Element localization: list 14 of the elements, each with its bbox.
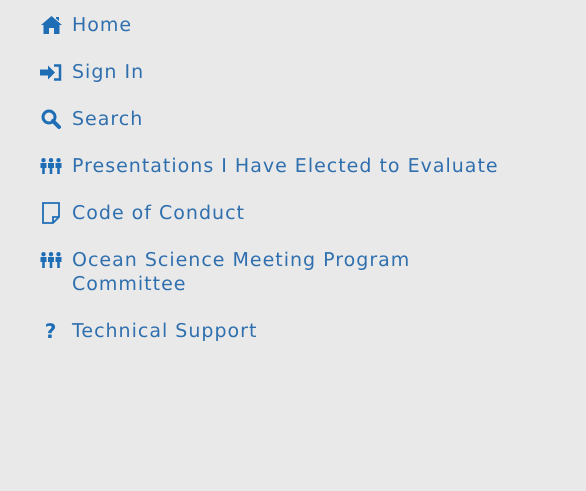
menu-link[interactable]: Search xyxy=(40,107,586,131)
people-icon xyxy=(40,158,62,174)
sign-in-icon xyxy=(40,64,62,80)
document-icon xyxy=(42,202,60,224)
menu-link[interactable]: ? Technical Support xyxy=(40,319,586,343)
menu-link[interactable]: Home xyxy=(40,13,586,37)
help-icon: ? xyxy=(44,319,58,343)
people-icon xyxy=(40,252,62,268)
menu-link[interactable]: Sign In xyxy=(40,60,586,84)
menu-link[interactable]: Presentations I Have Elected to Evaluate xyxy=(40,154,586,178)
search-icon xyxy=(41,109,61,129)
home-icon xyxy=(40,16,62,34)
menu-link[interactable]: Ocean Science Meeting Program Committee xyxy=(40,248,586,296)
menu-link[interactable]: Code of Conduct xyxy=(40,201,586,225)
